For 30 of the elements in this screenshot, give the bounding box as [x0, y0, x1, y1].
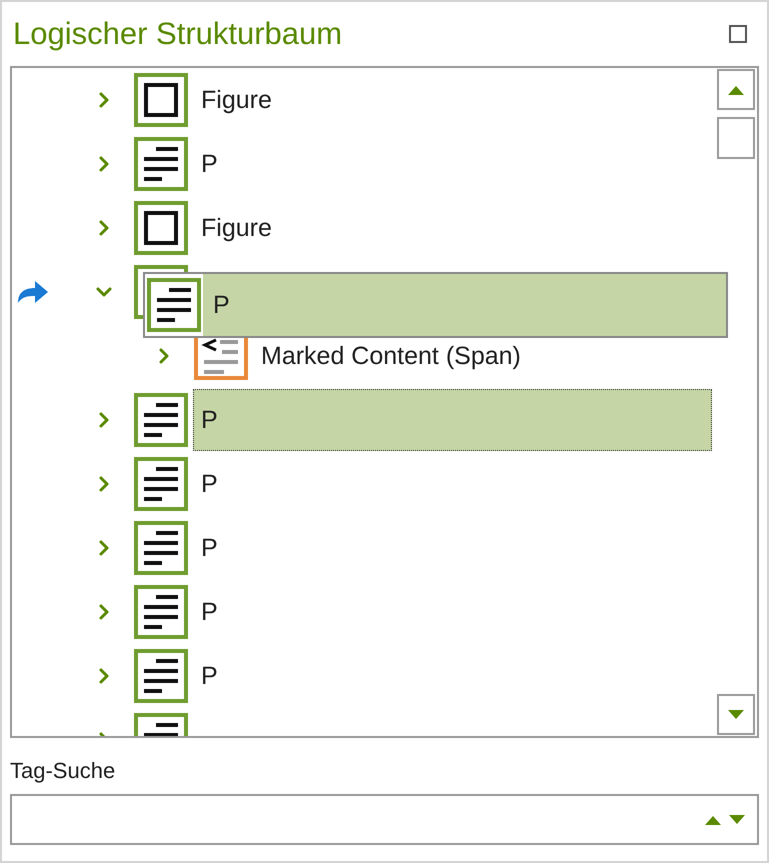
paragraph-tag-icon [134, 521, 188, 575]
maximize-button[interactable] [729, 25, 747, 43]
tree-item[interactable]: P [193, 596, 219, 628]
paragraph-tag-icon [134, 457, 188, 511]
drag-preview-label: P [203, 274, 726, 336]
scroll-thumb[interactable] [717, 117, 755, 159]
scroll-down-button[interactable] [717, 694, 755, 735]
up-triangle-icon [705, 814, 721, 824]
up-triangle-icon [728, 84, 744, 94]
tree-item[interactable]: P [193, 468, 219, 500]
figure-tag-icon [134, 201, 188, 255]
paragraph-tag-icon [134, 649, 188, 703]
tree-item[interactable]: Marked Content (Span) [253, 340, 522, 372]
figure-tag-icon [134, 73, 188, 127]
down-triangle-icon [728, 710, 744, 720]
paragraph-tag-icon [147, 278, 201, 332]
tree-item[interactable]: P [193, 532, 219, 564]
search-label: Tag-Suche [10, 758, 116, 784]
paragraph-tag-icon [134, 393, 188, 447]
tree-item[interactable]: P [193, 148, 219, 180]
tree-item[interactable]: P [193, 389, 712, 451]
down-triangle-icon [729, 814, 745, 824]
tree-item[interactable]: P [193, 660, 219, 692]
panel-title: Logischer Strukturbaum [13, 16, 342, 52]
paragraph-tag-icon [134, 137, 188, 191]
scroll-up-button[interactable] [717, 69, 755, 110]
paragraph-tag-icon [134, 585, 188, 639]
tag-search-field[interactable] [10, 794, 759, 845]
tree-item[interactable]: Figure [193, 84, 273, 116]
tree-item[interactable]: Figure [193, 212, 273, 244]
